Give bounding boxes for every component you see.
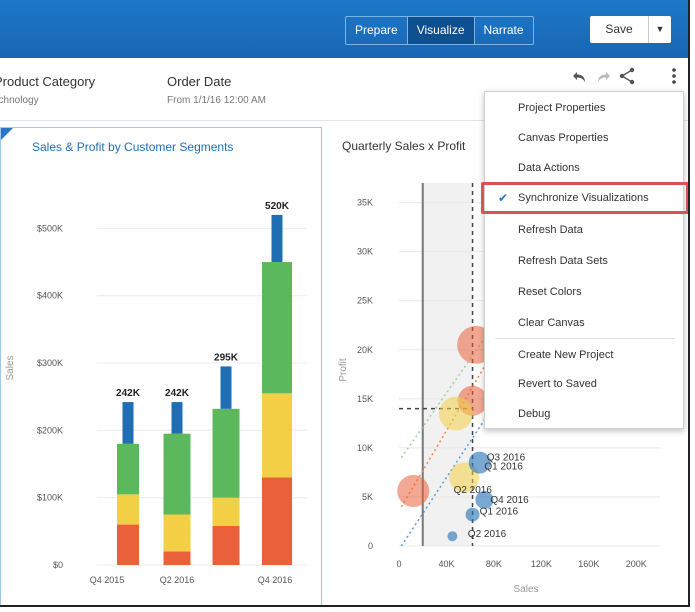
menu-item-synchronize-visualizations[interactable]: ✔ Synchronize Visualizations [481,182,688,214]
redo-icon[interactable] [596,70,612,88]
menu-item-refresh-data[interactable]: Refresh Data [485,218,683,242]
bar-total-label: 520K [265,201,290,212]
menu-item-refresh-data-sets[interactable]: Refresh Data Sets [485,249,683,273]
left-visualization-panel[interactable]: Sales & Profit by Customer Segments $0 $1… [0,127,322,605]
bar-segment [163,433,191,515]
bar-segment [212,525,240,565]
x-tick-label: 40K [438,559,454,569]
app-window: Prepare Visualize Narrate Save ▼ Product… [0,0,690,607]
bar-segment [163,514,191,552]
bar-segment [262,393,292,478]
point-label: Q4 2016 [490,495,529,506]
tab-prepare[interactable]: Prepare [346,17,407,44]
bar-segment [163,551,191,565]
y-tick-label: $200K [37,425,63,435]
x-axis-label: Sales [513,584,538,595]
scatter-point [397,475,430,508]
y-tick-label: 15K [357,394,373,404]
filter-value-order-date[interactable]: From 1/1/16 12:00 AM [167,95,266,106]
y-tick-label: $300K [37,358,63,368]
bar-total-label: 242K [116,388,141,399]
y-tick-label: $500K [37,223,63,233]
point-label: Q1 2016 [480,507,519,518]
menu-item-reset-colors[interactable]: Reset Colors [485,280,683,304]
more-vertical-icon[interactable] [671,67,677,89]
bar-segment [171,402,183,434]
undo-icon[interactable] [571,70,587,88]
point-label: Q1 2016 [484,461,523,472]
menu-item-project-properties[interactable]: Project Properties [485,96,683,120]
filter-title-order-date[interactable]: Order Date [167,74,231,89]
bar-segment [220,366,232,409]
bar-segment [262,477,292,565]
point-label: Q2 2016 [468,529,507,540]
bar-segment [262,262,292,394]
x-tick-label: 120K [531,559,552,569]
bar-segment [212,408,240,498]
bar-segment [117,494,139,525]
menu-item-revert-to-saved[interactable]: Revert to Saved [485,372,683,396]
x-tick-label: 0 [396,559,401,569]
scatter-point [465,507,480,522]
filter-title-product-category[interactable]: Product Category [0,74,95,89]
bar-segment [117,443,139,495]
y-tick-label: 10K [357,443,373,453]
bar-total-label: 295K [214,352,239,363]
y-tick-label: 20K [357,345,373,355]
scatter-point [447,531,458,542]
bar-segment [271,214,283,263]
save-group: Save ▼ [590,16,671,43]
y-tick-label: 35K [357,198,373,208]
bar-total-label: 242K [165,388,190,399]
menu-item-label: Synchronize Visualizations [518,192,649,204]
bar-segment [117,524,139,565]
mode-switcher: Prepare Visualize Narrate [345,16,534,45]
x-tick-label: Q4 2015 [90,575,125,585]
scatter-point [438,396,473,431]
bar-segment [212,497,240,526]
top-toolbar: Prepare Visualize Narrate Save ▼ [0,0,688,58]
menu-item-data-actions[interactable]: Data Actions [485,156,683,180]
menu-divider [495,338,675,339]
canvas-menu: Project Properties Canvas Properties Dat… [481,91,688,429]
x-tick-label: 200K [626,559,647,569]
tab-narrate[interactable]: Narrate [473,17,533,44]
y-tick-label: $400K [37,291,63,301]
x-tick-label: Q2 2016 [160,575,195,585]
point-label: Q2 2016 [454,485,493,496]
x-tick-label: 80K [486,559,502,569]
x-tick-label: Q4 2016 [258,575,293,585]
x-tick-label: 160K [578,559,599,569]
menu-item-canvas-properties[interactable]: Canvas Properties [485,126,683,150]
menu-item-debug[interactable]: Debug [485,402,683,426]
bar-chart: $0 $100K $200K $300K $400K $500K Sales 242K 242K… [5,201,307,585]
save-button[interactable]: Save [590,16,649,43]
y-tick-label: $100K [37,493,63,503]
y-tick-label: 30K [357,247,373,257]
menu-item-create-new-project[interactable]: Create New Project [485,343,683,367]
check-icon: ✔ [498,191,509,205]
bar-segment [122,402,134,444]
y-tick-label: 25K [357,296,373,306]
y-tick-label: 0 [368,541,373,551]
tab-visualize[interactable]: Visualize [406,17,474,44]
filter-value-product-category[interactable]: Technology [0,95,39,106]
y-tick-label: $0 [53,560,63,570]
y-tick-label: 5K [362,492,373,502]
save-dropdown-button[interactable]: ▼ [649,16,671,43]
menu-item-clear-canvas[interactable]: Clear Canvas [485,311,683,335]
y-axis-label: Sales [5,355,16,380]
share-icon[interactable] [618,67,636,89]
y-axis-label: Profit [338,358,349,382]
